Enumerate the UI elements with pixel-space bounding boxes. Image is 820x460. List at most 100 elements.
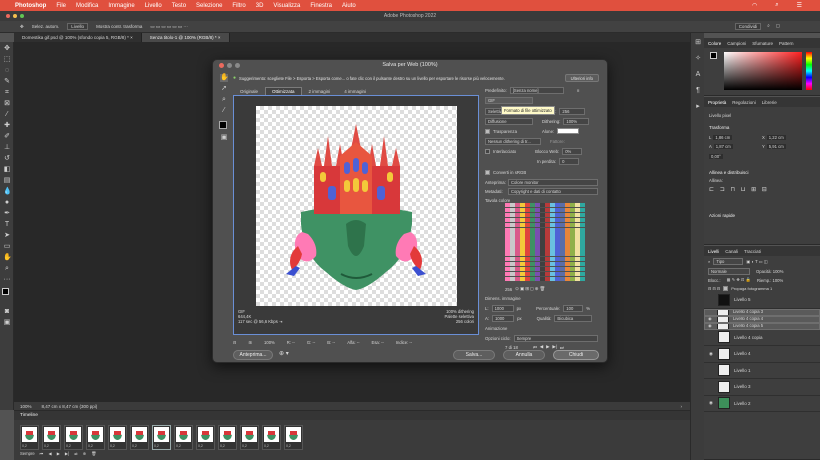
menu-app[interactable]: Photoshop: [15, 3, 46, 9]
tab-campioni[interactable]: Campioni: [727, 41, 746, 46]
transparency-checkbox[interactable]: [485, 128, 490, 134]
color-table-swatch[interactable]: [550, 217, 555, 223]
color-table-swatch[interactable]: [545, 271, 550, 277]
color-table-swatch[interactable]: [575, 222, 580, 228]
frame-delay[interactable]: 0,2: [286, 444, 291, 448]
color-table-swatch[interactable]: [555, 217, 560, 223]
crop-tool-icon[interactable]: ⌗: [3, 89, 11, 97]
color-table-swatch[interactable]: [555, 261, 560, 267]
color-table-swatch[interactable]: [580, 247, 585, 252]
color-table-swatch[interactable]: [535, 276, 540, 281]
color-table-swatch[interactable]: [545, 203, 550, 208]
color-table-swatch[interactable]: [535, 212, 540, 218]
frame-delay[interactable]: 0,2: [154, 444, 159, 448]
color-table-swatch[interactable]: [520, 207, 525, 213]
color-table-swatch[interactable]: [570, 256, 575, 262]
x-field[interactable]: X 1,22 cm: [762, 135, 786, 140]
color-table-swatch[interactable]: [535, 266, 540, 272]
color-table-swatch[interactable]: [540, 247, 545, 252]
dither-algo-select[interactable]: Diffusione: [485, 118, 533, 125]
settings-menu-icon[interactable]: ≡: [577, 88, 580, 93]
color-table-swatch[interactable]: [545, 212, 550, 218]
lasso-tool-icon[interactable]: ◌: [3, 67, 11, 75]
color-table-swatch[interactable]: [510, 203, 515, 208]
height-field[interactable]: 1000: [492, 315, 515, 322]
color-table-swatch[interactable]: [515, 227, 520, 232]
color-table-swatch[interactable]: [580, 207, 585, 213]
menu-selezione[interactable]: Selezione: [196, 3, 222, 9]
color-table-swatch[interactable]: [520, 261, 525, 267]
close-window-button[interactable]: [6, 14, 10, 18]
color-table-swatch[interactable]: [510, 242, 515, 247]
color-table-icons[interactable]: ⊙ ▣ ⊞ ◻ ⊕ 🗑: [515, 286, 545, 292]
color-table-swatch[interactable]: [525, 276, 530, 281]
color-table-swatch[interactable]: [545, 217, 550, 223]
color-table-swatch[interactable]: [530, 242, 535, 247]
color-table-swatch[interactable]: [555, 232, 560, 237]
color-table-swatch[interactable]: [525, 242, 530, 247]
color-table-swatch[interactable]: [520, 252, 525, 257]
color-table-swatch[interactable]: [565, 266, 570, 272]
color-table-swatch[interactable]: [535, 237, 540, 242]
scroll-arrow-icon[interactable]: ›: [681, 404, 683, 409]
color-table-swatch[interactable]: [570, 242, 575, 247]
eraser-tool-icon[interactable]: ◧: [3, 166, 11, 174]
color-table-swatch[interactable]: [570, 261, 575, 267]
color-table-swatch[interactable]: [560, 237, 565, 242]
color-table-swatch[interactable]: [565, 256, 570, 262]
color-table-swatch[interactable]: [505, 232, 510, 237]
color-table-swatch[interactable]: [580, 227, 585, 232]
color-table-swatch[interactable]: [560, 256, 565, 262]
y-field[interactable]: Y 5,91 cm: [762, 144, 786, 149]
color-table-swatch[interactable]: [525, 266, 530, 272]
color-table-swatch[interactable]: [510, 266, 515, 272]
color-table-swatch[interactable]: [570, 237, 575, 242]
color-table-swatch[interactable]: [555, 271, 560, 277]
rotation-field[interactable]: 0,00°: [709, 154, 723, 159]
color-table-swatch[interactable]: [540, 266, 545, 272]
workspace-icon[interactable]: ▢: [776, 23, 780, 30]
color-table-swatch[interactable]: [555, 252, 560, 257]
color-table-swatch[interactable]: [570, 217, 575, 223]
color-table-swatch[interactable]: [525, 232, 530, 237]
color-table-swatch[interactable]: [565, 271, 570, 277]
color-table-swatch[interactable]: [575, 271, 580, 277]
color-table-swatch[interactable]: [580, 203, 585, 208]
search-icon[interactable]: ⌕: [767, 23, 770, 30]
color-table-swatch[interactable]: [530, 203, 535, 208]
type-tool-icon[interactable]: T: [3, 221, 11, 229]
color-table-swatch[interactable]: [555, 237, 560, 242]
color-table-swatch[interactable]: [550, 252, 555, 257]
layer-row[interactable]: Livello 4 copia 3: [704, 308, 820, 316]
color-table-swatch[interactable]: [550, 222, 555, 228]
quick-select-tool-icon[interactable]: ✎: [3, 78, 11, 86]
color-table-swatch[interactable]: [570, 266, 575, 272]
color-table-swatch[interactable]: [565, 237, 570, 242]
color-table-swatch[interactable]: [535, 207, 540, 213]
color-table-swatch[interactable]: [525, 252, 530, 257]
color-table-swatch[interactable]: [535, 261, 540, 267]
color-table-swatch[interactable]: [550, 256, 555, 262]
layer-name[interactable]: Livello 4 copia: [734, 335, 763, 340]
hand-tool-icon[interactable]: ✋: [3, 254, 12, 262]
color-table-swatch[interactable]: [545, 247, 550, 252]
tab-colore[interactable]: Colore: [708, 41, 721, 46]
screen-mode-icon[interactable]: ▣: [3, 319, 11, 327]
frame-delay[interactable]: 0,2: [66, 444, 71, 448]
opacity-field[interactable]: Opacità: 100%: [756, 269, 783, 274]
color-table-swatch[interactable]: [545, 207, 550, 213]
visibility-eye-icon[interactable]: ◉: [707, 324, 713, 329]
blur-tool-icon[interactable]: 💧: [3, 188, 12, 196]
layer-name[interactable]: Livello 4: [734, 351, 751, 356]
color-table-swatch[interactable]: [545, 232, 550, 237]
color-table-swatch[interactable]: [580, 212, 585, 218]
color-table-swatch[interactable]: [505, 247, 510, 252]
color-table-swatch[interactable]: [580, 222, 585, 228]
control-center-icon[interactable]: ☰: [797, 2, 802, 9]
color-table-swatch[interactable]: [570, 212, 575, 218]
next-frame-icon[interactable]: ▶|: [65, 451, 69, 457]
healing-tool-icon[interactable]: ✚: [3, 122, 11, 130]
color-table-swatch[interactable]: [535, 252, 540, 257]
color-table-swatch[interactable]: [540, 232, 545, 237]
color-table-swatch[interactable]: [540, 276, 545, 281]
